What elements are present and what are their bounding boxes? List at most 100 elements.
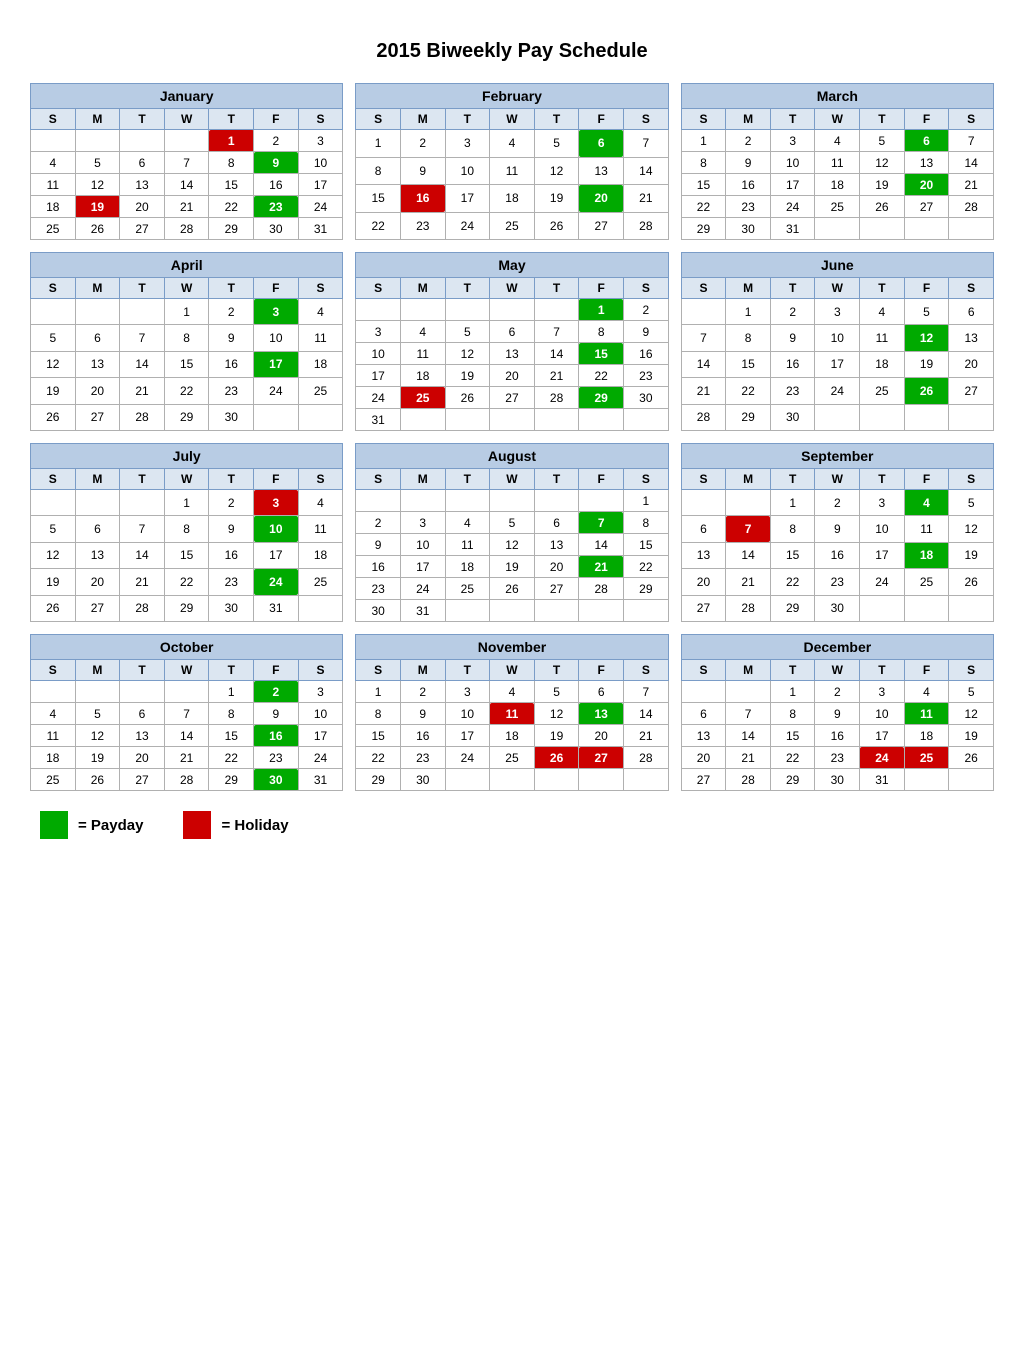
day-cell: 10 [298,152,343,174]
day-header: W [490,278,535,299]
day-cell: 29 [579,387,624,409]
day-cell: 9 [254,152,299,174]
day-cell [681,490,726,516]
day-cell: 3 [356,321,401,343]
day-cell: 20 [120,196,165,218]
day-cell: 21 [726,747,771,769]
day-cell [400,490,445,512]
table-row: 23242526272829 [356,578,668,600]
day-cell: 16 [356,556,401,578]
day-cell: 24 [445,212,490,240]
month-name-august: August [356,444,668,469]
month-name-november: November [356,635,668,660]
day-cell: 30 [623,387,668,409]
day-cell: 29 [209,218,254,240]
day-cell [949,769,994,791]
table-row: 45678910 [31,152,343,174]
day-cell: 21 [164,747,209,769]
day-header: T [770,660,815,681]
day-cell [490,769,535,791]
day-header: S [356,660,401,681]
legend-holiday: = Holiday [183,811,288,839]
day-cell [490,409,535,431]
day-cell [298,595,343,621]
day-cell: 22 [770,747,815,769]
day-cell: 8 [579,321,624,343]
day-header: S [356,469,401,490]
day-cell: 23 [254,747,299,769]
payday-color-box [40,811,68,839]
day-cell: 16 [623,343,668,365]
day-cell: 17 [254,542,299,568]
day-cell: 2 [254,130,299,152]
day-cell: 22 [209,747,254,769]
day-cell: 14 [949,152,994,174]
table-row: 2728293031 [681,769,993,791]
day-cell: 23 [726,196,771,218]
day-cell: 17 [445,725,490,747]
day-cell: 30 [209,404,254,430]
table-row: 1234567 [356,681,668,703]
day-cell: 14 [120,542,165,568]
day-cell [445,600,490,622]
day-cell: 2 [209,299,254,325]
day-cell: 13 [949,325,994,351]
day-cell: 5 [445,321,490,343]
day-cell: 11 [490,703,535,725]
day-cell: 16 [254,174,299,196]
day-cell [445,299,490,321]
day-cell: 18 [31,747,76,769]
day-cell: 25 [904,569,949,595]
day-cell: 10 [254,516,299,542]
day-cell: 4 [31,703,76,725]
table-row: 78910111213 [681,325,993,351]
table-row: 1234567 [356,130,668,158]
day-header: M [75,660,120,681]
table-row: 13141516171819 [681,542,993,568]
day-header: T [120,278,165,299]
day-header: T [209,109,254,130]
day-cell: 24 [298,196,343,218]
day-cell: 7 [949,130,994,152]
table-row: 123 [31,681,343,703]
day-cell: 31 [400,600,445,622]
day-cell: 24 [445,747,490,769]
day-cell: 3 [860,490,905,516]
day-cell: 15 [579,343,624,365]
day-cell: 9 [726,152,771,174]
day-cell: 16 [209,351,254,377]
day-header: W [164,278,209,299]
day-cell: 18 [445,556,490,578]
calendar-container: JanuarySMTWTFS12345678910111213141516171… [30,83,994,791]
table-row: 1234 [31,299,343,325]
day-header: W [164,660,209,681]
table-row: 10111213141516 [356,343,668,365]
table-row: 282930 [681,404,993,430]
day-cell [579,409,624,431]
day-cell: 16 [770,351,815,377]
day-cell: 26 [534,212,579,240]
day-cell: 14 [164,174,209,196]
day-cell: 17 [298,725,343,747]
table-row: 6789101112 [681,703,993,725]
day-cell: 17 [860,725,905,747]
day-cell [534,409,579,431]
table-row: 3456789 [356,321,668,343]
day-cell: 12 [75,174,120,196]
table-row: 19202122232425 [31,378,343,404]
day-header: M [400,469,445,490]
day-cell: 25 [31,769,76,791]
day-cell [31,490,76,516]
day-cell: 13 [681,725,726,747]
day-cell: 11 [31,174,76,196]
day-cell: 25 [815,196,860,218]
day-cell: 19 [31,378,76,404]
day-cell: 31 [298,218,343,240]
day-cell: 7 [623,130,668,158]
day-cell: 19 [31,569,76,595]
day-cell: 24 [860,747,905,769]
day-cell: 13 [120,725,165,747]
day-header: S [623,278,668,299]
day-cell: 20 [681,747,726,769]
day-cell: 3 [860,681,905,703]
